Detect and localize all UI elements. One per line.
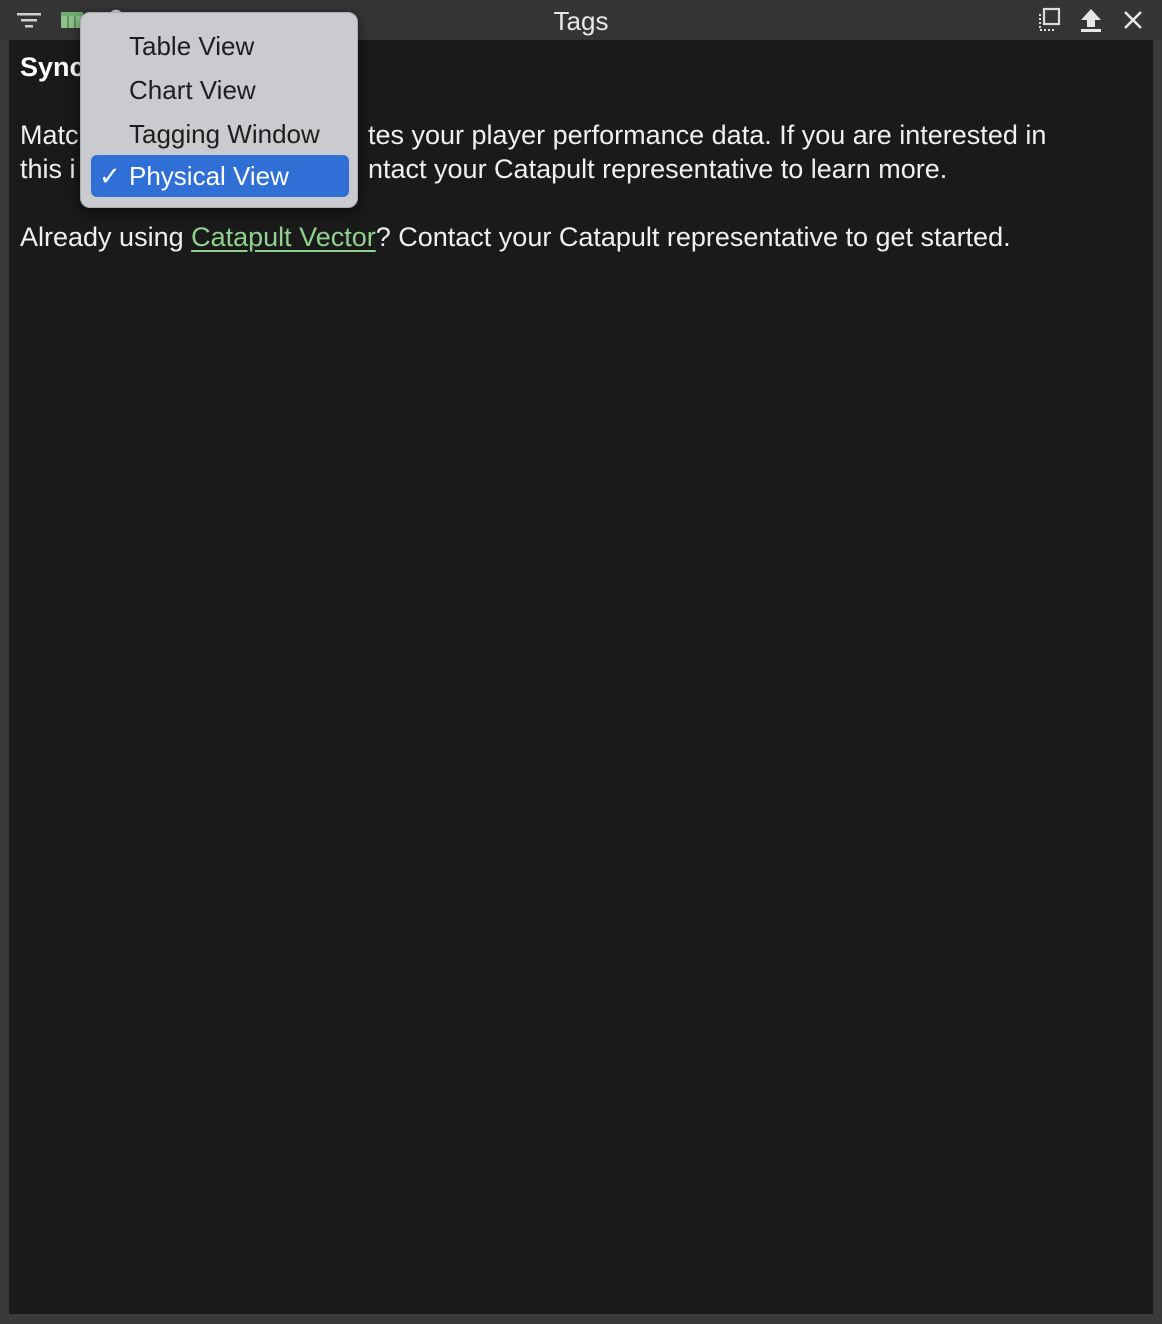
intro-line-2-right: ntact your Catapult representative to le…	[368, 154, 948, 184]
vector-paragraph: Already using Catapult Vector? Contact y…	[20, 220, 1130, 254]
vector-suffix: ? Contact your Catapult representative t…	[375, 222, 1011, 252]
menu-item-chart-view[interactable]: Chart View	[91, 69, 349, 111]
catapult-vector-link[interactable]: Catapult Vector	[191, 222, 376, 252]
menu-item-tagging-window[interactable]: Tagging Window	[91, 113, 349, 155]
menu-item-label: Physical View	[129, 161, 289, 191]
checkmark-icon: ✓	[99, 161, 121, 191]
content-panel: Sync Matc tes your player performance da…	[9, 40, 1153, 1314]
section-heading: Sync	[20, 52, 85, 82]
menu-item-label: Chart View	[129, 75, 256, 105]
close-icon[interactable]	[1118, 6, 1148, 34]
menu-item-table-view[interactable]: Table View	[91, 25, 349, 67]
intro-line-1-right: tes your player performance data. If you…	[368, 120, 1047, 150]
menu-item-physical-view[interactable]: ✓ Physical View	[91, 155, 349, 197]
upload-icon[interactable]	[1076, 6, 1106, 34]
vector-prefix: Already using	[20, 222, 192, 252]
detach-window-icon[interactable]	[1034, 6, 1064, 34]
intro-line-1-left: Matc	[20, 120, 79, 150]
view-dropdown-menu: Table View Chart View Tagging Window ✓ P…	[80, 12, 358, 208]
menu-item-label: Table View	[129, 31, 255, 61]
menu-item-label: Tagging Window	[129, 119, 320, 149]
intro-line-2-left: this i	[20, 154, 76, 184]
tags-window: Tags Sync Matc tes your player performan…	[0, 0, 1162, 1324]
